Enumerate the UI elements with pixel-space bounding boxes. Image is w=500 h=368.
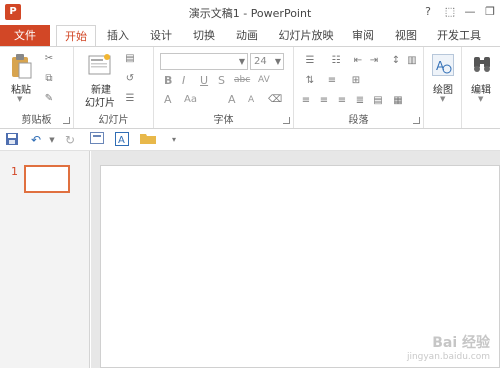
columns-icon[interactable]: ▥ [406, 55, 418, 67]
format-painter-icon[interactable]: ✎ [43, 93, 55, 105]
new-slide-icon[interactable] [88, 53, 112, 77]
font-group-label: 字体 [213, 115, 234, 126]
new-slide-label-2[interactable]: 幻灯片 [80, 94, 120, 109]
change-case-button[interactable]: Aa [184, 94, 197, 105]
shadow-button[interactable]: S [218, 74, 225, 87]
watermark-url: jingyan.baidu.com [406, 352, 490, 362]
tab-developer[interactable]: 开发工具 [432, 25, 486, 47]
shapes-icon[interactable]: A [432, 54, 454, 76]
slide-thumbnail[interactable] [24, 165, 70, 193]
paste-icon[interactable] [10, 53, 32, 79]
help-button[interactable]: ? [418, 3, 438, 21]
from-beginning-icon[interactable] [89, 132, 105, 148]
minimize-button[interactable]: — [460, 3, 480, 21]
tab-slideshow[interactable]: 幻灯片放映 [274, 25, 338, 47]
grow-font-button[interactable]: A [228, 93, 236, 106]
strikethrough-button[interactable]: abc [234, 75, 250, 85]
paragraph-group: ☰ ☷ ⇤ ⇥ ↕ ▥ ⇅ ≡ ⊞ ≡ ≡ ≡ ≣ ▤ ▦ 段落 [294, 47, 424, 128]
section-icon[interactable]: ☰ [124, 93, 136, 105]
font-size-dropdown-icon[interactable]: ▼ [275, 54, 281, 69]
undo-icon[interactable]: ↶ [28, 132, 44, 148]
tab-transitions[interactable]: 切换 [187, 25, 221, 47]
layout-icon[interactable]: ▤ [124, 53, 136, 65]
smartart-icon[interactable]: ⊞ [350, 75, 362, 87]
font-dialog-launcher[interactable] [283, 117, 290, 124]
font-size-combo[interactable]: 24 ▼ [250, 53, 284, 70]
quick-access-toolbar: ↶ ▼ ↻ A ▾ [0, 129, 500, 151]
slide-editing-area: Bai 经验 jingyan.baidu.com [91, 151, 500, 368]
bold-button[interactable]: B [164, 74, 172, 87]
slides-group-label: 幻灯片 [98, 115, 129, 126]
drawing-button-label[interactable]: 绘图 [424, 81, 462, 96]
ribbon-display-options-button[interactable]: ⬚ [440, 3, 460, 21]
watermark-logo-text: Bai 经验 [432, 335, 490, 351]
reset-icon[interactable]: ↺ [124, 73, 136, 85]
customize-qat-icon[interactable]: ▾ [166, 132, 182, 148]
clipboard-group: 粘贴 ▼ ✂ ⧉ ✎ 剪贴板 [0, 47, 74, 128]
drawing-dropdown-icon[interactable]: ▼ [440, 95, 445, 103]
tab-review[interactable]: 审阅 [346, 25, 380, 47]
tab-animations[interactable]: 动画 [230, 25, 264, 47]
font-name-combo[interactable]: ▼ [160, 53, 248, 70]
svg-text:A: A [118, 135, 125, 146]
character-spacing-button[interactable]: AV [258, 75, 270, 85]
distributed-icon[interactable]: ▤ [372, 95, 384, 107]
bullets-icon[interactable]: ☰ [300, 55, 320, 67]
increase-indent-icon[interactable]: ⇥ [368, 55, 380, 67]
ribbon-tabs: 文件 开始 插入 设计 切换 动画 幻灯片放映 审阅 视图 开发工具 [0, 25, 500, 48]
tab-file[interactable]: 文件 [0, 25, 50, 47]
align-left-icon[interactable]: ≡ [300, 95, 312, 107]
restore-button[interactable]: ❐ [480, 3, 500, 21]
paste-dropdown-icon[interactable]: ▼ [17, 95, 22, 103]
save-icon[interactable] [4, 132, 20, 148]
copy-icon[interactable]: ⧉ [43, 73, 55, 85]
numbering-icon[interactable]: ☷ [326, 55, 346, 67]
tab-insert[interactable]: 插入 [101, 25, 135, 47]
font-size-value: 24 [254, 56, 267, 67]
align-right-icon[interactable]: ≡ [336, 95, 348, 107]
undo-dropdown-icon[interactable]: ▼ [44, 132, 60, 148]
paragraph-group-label: 段落 [348, 115, 369, 126]
text-direction-icon[interactable]: ⇅ [304, 75, 316, 87]
paste-button-label[interactable]: 粘贴 [6, 81, 36, 96]
cut-icon[interactable]: ✂ [43, 53, 55, 65]
paragraph-shading-icon[interactable]: ▦ [392, 95, 404, 107]
title-bar: P 演示文稿1 - PowerPoint ? ⬚ — ❐ [0, 0, 500, 25]
clear-formatting-icon[interactable]: ⌫ [268, 94, 282, 106]
align-center-icon[interactable]: ≡ [318, 95, 330, 107]
binoculars-icon[interactable] [471, 53, 493, 75]
clipboard-dialog-launcher[interactable] [63, 117, 70, 124]
slides-group: 新建 幻灯片 ▤ ↺ ☰ 幻灯片 [74, 47, 154, 128]
text-box-icon[interactable]: A [114, 132, 130, 148]
shrink-font-button[interactable]: A [248, 95, 254, 105]
watermark: Bai 经验 jingyan.baidu.com [407, 332, 490, 362]
editing-group: 编辑 ▼ [462, 47, 500, 128]
redo-icon[interactable]: ↻ [62, 132, 78, 148]
tab-home[interactable]: 开始 [56, 25, 96, 48]
tab-view[interactable]: 视图 [389, 25, 423, 47]
slide-number: 1 [11, 165, 18, 178]
decrease-indent-icon[interactable]: ⇤ [352, 55, 364, 67]
line-spacing-icon[interactable]: ↕ [390, 55, 402, 67]
underline-button[interactable]: U [200, 74, 208, 87]
font-group: ▼ 24 ▼ B I U S abc AV A Aa A A ⌫ 字体 [154, 47, 294, 128]
drawing-group: A 绘图 ▼ [424, 47, 462, 128]
justify-icon[interactable]: ≣ [354, 95, 366, 107]
italic-button[interactable]: I [182, 74, 185, 87]
editing-button-label[interactable]: 编辑 [462, 81, 500, 96]
align-text-icon[interactable]: ≡ [326, 75, 338, 87]
tab-design[interactable]: 设计 [144, 25, 178, 47]
slides-thumbnail-pane: 1 [0, 151, 90, 368]
font-name-dropdown-icon[interactable]: ▼ [239, 54, 245, 69]
font-color-button[interactable]: A [164, 93, 172, 106]
editing-dropdown-icon[interactable]: ▼ [478, 95, 483, 103]
ribbon: 粘贴 ▼ ✂ ⧉ ✎ 剪贴板 新建 幻灯片 ▤ ↺ ☰ 幻灯片 ▼ 24 ▼ B… [0, 46, 500, 129]
paragraph-dialog-launcher[interactable] [413, 117, 420, 124]
open-folder-icon[interactable] [140, 132, 156, 148]
